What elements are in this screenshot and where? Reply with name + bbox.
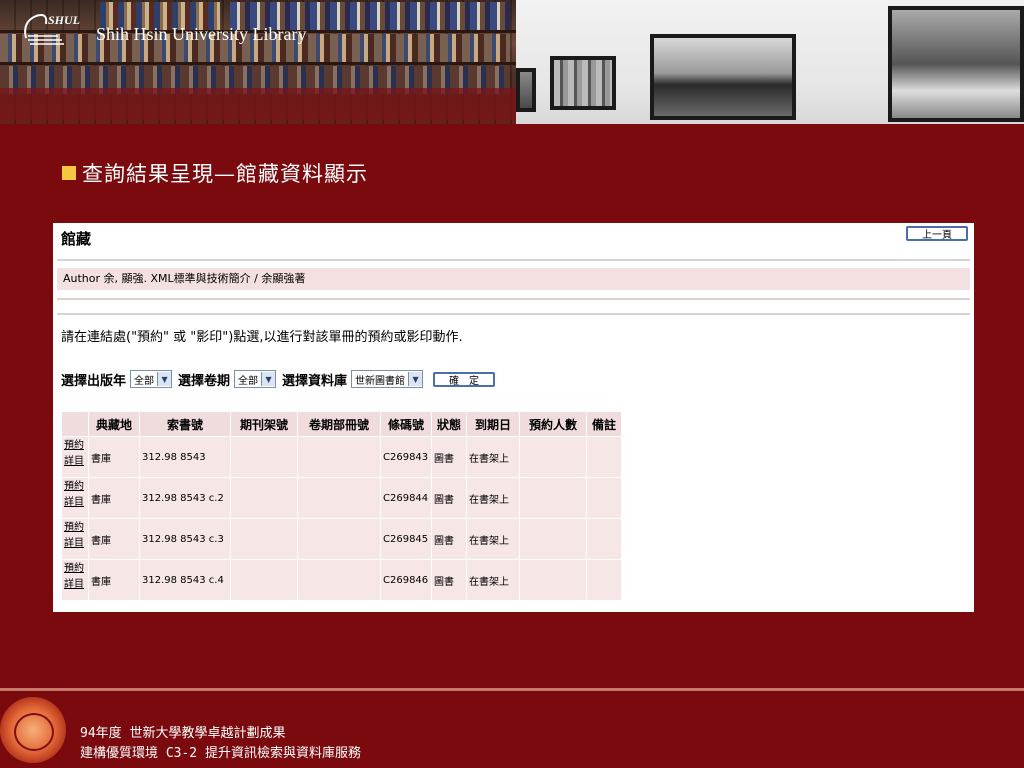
volume-cell (297, 477, 381, 519)
note-cell (586, 436, 622, 478)
divider (57, 298, 970, 300)
confirm-button[interactable]: 確 定 (433, 371, 496, 387)
column-header: 期刊架號 (230, 411, 298, 437)
library-logo: SHUL (24, 13, 80, 45)
table-row: 預約 詳目 書庫 312.98 8543 c.4 C269846 圖書 在書架上 (61, 559, 622, 601)
holds-cell (519, 477, 587, 519)
volume-cell (297, 518, 381, 560)
footer-divider (0, 688, 1024, 691)
table-header-row: 典藏地 索書號 期刊架號 卷期部冊號 條碼號 狀態 到期日 預約人數 備註 (61, 411, 622, 437)
page-heading: 查詢結果呈現—館藏資料顯示 (62, 158, 368, 188)
page-heading-text: 查詢結果呈現—館藏資料顯示 (82, 162, 368, 186)
chevron-down-icon: ▼ (408, 372, 423, 386)
detail-link[interactable]: 詳目 (64, 577, 86, 593)
chevron-down-icon: ▼ (261, 372, 276, 386)
divider (57, 259, 970, 261)
divider (57, 313, 970, 315)
shelf-cell (230, 559, 298, 601)
call-number-cell: 312.98 8543 c.4 (139, 559, 231, 601)
holdings-table: 典藏地 索書號 期刊架號 卷期部冊號 條碼號 狀態 到期日 預約人數 備註 預約… (61, 411, 622, 601)
barcode-cell: C269845 (380, 518, 432, 560)
call-number-cell: 312.98 8543 c.2 (139, 477, 231, 519)
table-row: 預約 詳目 書庫 312.98 8543 c.2 C269844 圖書 在書架上 (61, 477, 622, 519)
gallery-photo (516, 0, 1024, 124)
status-cell: 在書架上 (466, 436, 520, 478)
column-header: 備註 (586, 411, 622, 437)
location-cell: 書庫 (88, 436, 140, 478)
call-number-cell: 312.98 8543 (139, 436, 231, 478)
note-cell (586, 477, 622, 519)
location-cell: 書庫 (88, 518, 140, 560)
footer-text: 94年度 世新大學教學卓越計劃成果 建構優質環境 C3-2 提升資訊檢索與資料庫… (80, 724, 361, 764)
note-cell (586, 559, 622, 601)
university-emblem-icon (0, 697, 66, 763)
database-label: 選擇資料庫 (282, 373, 348, 389)
volume-cell (297, 436, 381, 478)
footer-line-2: 建構優質環境 C3-2 提升資訊檢索與資料庫服務 (80, 746, 361, 761)
previous-page-button[interactable]: 上一頁 (906, 226, 968, 241)
column-header (61, 411, 89, 437)
location-cell: 書庫 (88, 559, 140, 601)
detail-link[interactable]: 詳目 (64, 495, 86, 511)
shelf-cell (230, 436, 298, 478)
reserve-link[interactable]: 預約 (64, 438, 86, 454)
type-cell: 圖書 (431, 518, 467, 560)
status-cell: 在書架上 (466, 559, 520, 601)
column-header: 卷期部冊號 (297, 411, 381, 437)
svg-text:SHUL: SHUL (48, 13, 80, 27)
reserve-link[interactable]: 預約 (64, 561, 86, 577)
barcode-cell: C269843 (380, 436, 432, 478)
header-banner: SHUL Shih Hsin University Library (0, 0, 1024, 124)
reserve-link[interactable]: 預約 (64, 479, 86, 495)
database-select[interactable]: 世新圖書館 ▼ (351, 370, 424, 388)
volume-cell (297, 559, 381, 601)
column-header: 到期日 (466, 411, 520, 437)
shelf-cell (230, 477, 298, 519)
type-cell: 圖書 (431, 559, 467, 601)
type-cell: 圖書 (431, 477, 467, 519)
type-cell: 圖書 (431, 436, 467, 478)
table-row: 預約 詳目 書庫 312.98 8543 C269843 圖書 在書架上 (61, 436, 622, 478)
instruction-text: 請在連結處("預約" 或 "影印")點選,以進行對該單冊的預約或影印動作. (61, 330, 463, 345)
call-number-cell: 312.98 8543 c.3 (139, 518, 231, 560)
reserve-link[interactable]: 預約 (64, 520, 86, 536)
library-name: Shih Hsin University Library (96, 24, 307, 44)
volume-label: 選擇卷期 (178, 373, 231, 389)
footer-line-1: 94年度 世新大學教學卓越計劃成果 (80, 726, 286, 741)
column-header: 索書號 (139, 411, 231, 437)
column-header: 典藏地 (88, 411, 140, 437)
chevron-down-icon: ▼ (157, 372, 172, 386)
shelf-cell (230, 518, 298, 560)
holds-cell (519, 436, 587, 478)
location-cell: 書庫 (88, 477, 140, 519)
filter-row: 選擇出版年 全部 ▼ 選擇卷期 全部 ▼ 選擇資料庫 世新圖書館 ▼ 確 定 (61, 369, 496, 389)
author-line: Author 余, 顯強. XML標準與技術簡介 / 余顯強著 (57, 268, 970, 290)
barcode-cell: C269846 (380, 559, 432, 601)
square-bullet-icon (62, 166, 76, 180)
detail-link[interactable]: 詳目 (64, 454, 86, 470)
holds-cell (519, 518, 587, 560)
note-cell (586, 518, 622, 560)
banner-strip (0, 88, 516, 120)
panel-title: 館藏 (61, 230, 92, 248)
holdings-panel: 館藏 上一頁 Author 余, 顯強. XML標準與技術簡介 / 余顯強著 請… (53, 223, 974, 612)
column-header: 預約人數 (519, 411, 587, 437)
detail-link[interactable]: 詳目 (64, 536, 86, 552)
holds-cell (519, 559, 587, 601)
bookshelf-photo: SHUL Shih Hsin University Library (0, 0, 516, 124)
barcode-cell: C269844 (380, 477, 432, 519)
table-row: 預約 詳目 書庫 312.98 8543 c.3 C269845 圖書 在書架上 (61, 518, 622, 560)
year-select[interactable]: 全部 ▼ (130, 370, 173, 388)
year-label: 選擇出版年 (61, 373, 127, 389)
status-cell: 在書架上 (466, 477, 520, 519)
status-cell: 在書架上 (466, 518, 520, 560)
volume-select[interactable]: 全部 ▼ (234, 370, 277, 388)
column-header: 狀態 (431, 411, 467, 437)
column-header: 條碼號 (380, 411, 432, 437)
